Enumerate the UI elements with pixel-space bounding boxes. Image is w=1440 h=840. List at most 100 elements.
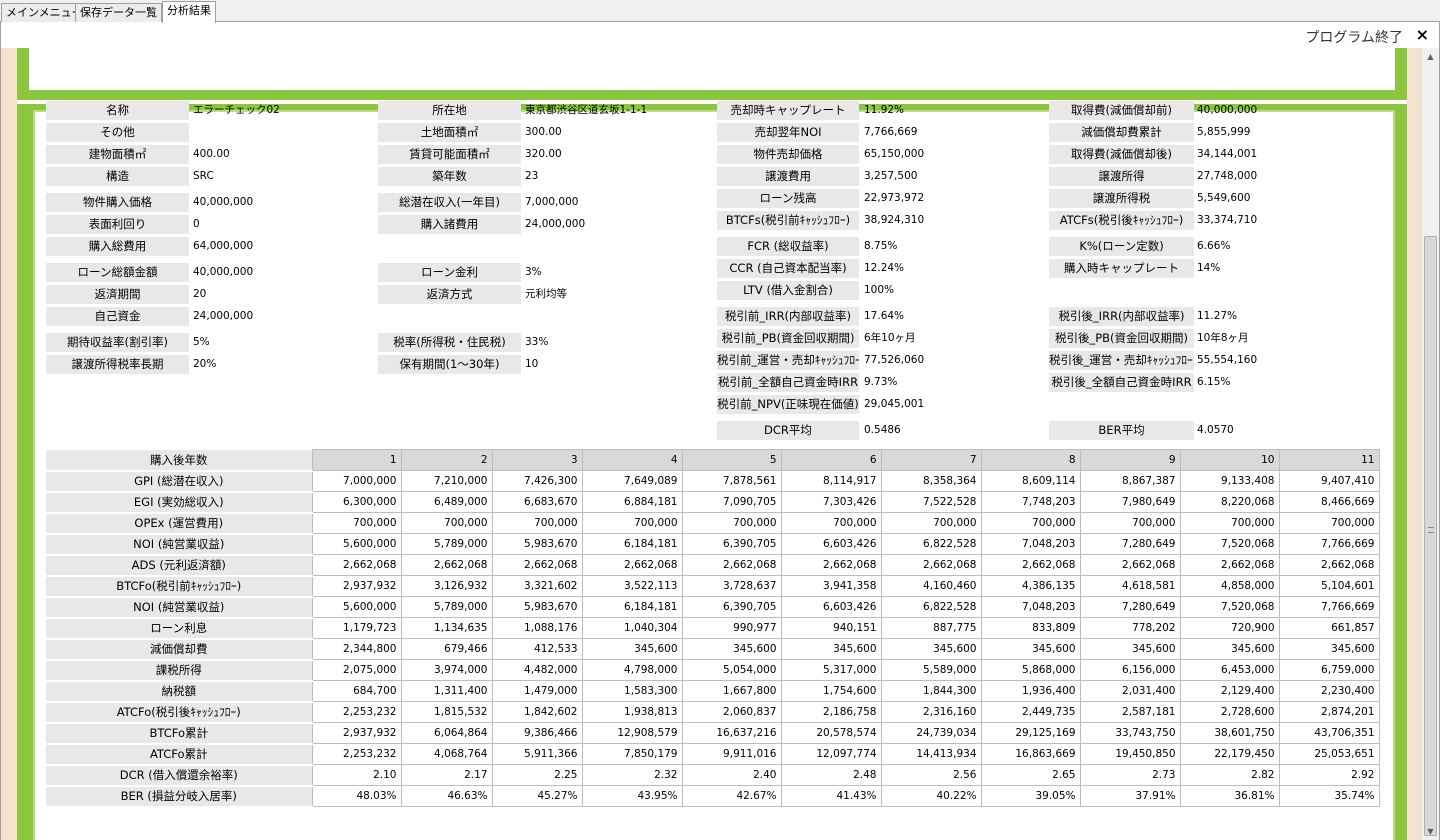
table-cell: 700,000 bbox=[1179, 512, 1280, 534]
year-header-cell: 4 bbox=[581, 449, 683, 471]
summary-label: 期待収益率(割引率) bbox=[46, 333, 189, 352]
table-cell: 661,857 bbox=[1278, 617, 1380, 639]
summary-label: LTV (借入金割合) bbox=[717, 281, 859, 300]
table-cell: 6,453,000 bbox=[1179, 659, 1280, 681]
table-cell: 8,220,068 bbox=[1179, 491, 1280, 513]
table-cell: 45.27% bbox=[491, 785, 583, 807]
table-cell: 2.25 bbox=[491, 764, 583, 786]
table-cell: 1,088,176 bbox=[491, 617, 583, 639]
vertical-scrollbar[interactable]: ▲ ▼ bbox=[1421, 48, 1439, 840]
results-content: 名称 エラーチェック02 その他 建物面積㎡ 400.00 構造 SRC 物件購入価格 40,0… bbox=[1, 0, 1421, 840]
summary-value: 33% bbox=[525, 336, 549, 348]
table-cell: 700,000 bbox=[311, 512, 402, 534]
year-header-cell: 1 bbox=[311, 449, 402, 471]
summary-label: 物件購入価格 bbox=[46, 193, 189, 212]
summary-label: 所在地 bbox=[378, 101, 521, 120]
table-cell: 2,253,232 bbox=[311, 743, 402, 765]
table-cell: 7,426,300 bbox=[491, 470, 583, 492]
summary-label: ローン総額金額 bbox=[46, 263, 189, 282]
summary-value: 5,549,600 bbox=[1197, 192, 1251, 204]
table-row: NOI (純営業収益) 5,600,000 5,789,000 5,983,670 6,… bbox=[46, 533, 1380, 556]
table-cell: 4,068,764 bbox=[400, 743, 493, 765]
scroll-up-icon[interactable]: ▲ bbox=[1422, 48, 1439, 65]
table-row: NOI (純営業収益) 5,600,000 5,789,000 5,983,670 6,… bbox=[46, 596, 1380, 619]
summary-value: 5% bbox=[193, 336, 210, 348]
table-cell: 345,600 bbox=[880, 638, 982, 660]
row-label: ローン利息 bbox=[46, 617, 312, 640]
table-cell: 1,040,304 bbox=[581, 617, 683, 639]
scroll-down-icon[interactable]: ▼ bbox=[1422, 823, 1439, 840]
table-cell: 2,075,000 bbox=[311, 659, 402, 681]
summary-label: 返済期間 bbox=[46, 285, 189, 304]
summary-label: 売却翌年NOI bbox=[717, 123, 859, 142]
table-cell: 700,000 bbox=[581, 512, 683, 534]
table-cell: 2.17 bbox=[400, 764, 493, 786]
table-cell: 4,798,000 bbox=[581, 659, 683, 681]
table-cell: 12,097,774 bbox=[780, 743, 882, 765]
table-cell: 679,466 bbox=[400, 638, 493, 660]
table-cell: 2,060,837 bbox=[681, 701, 782, 723]
table-cell: 43,706,351 bbox=[1278, 722, 1380, 744]
tab-analysis-results[interactable]: 分析結果 bbox=[162, 1, 216, 23]
table-cell: 2,253,232 bbox=[311, 701, 402, 723]
summary-label: 購入時キャップレート bbox=[1049, 259, 1194, 278]
table-cell: 7,280,649 bbox=[1079, 596, 1181, 618]
table-cell: 778,202 bbox=[1079, 617, 1181, 639]
table-cell: 5,600,000 bbox=[311, 596, 402, 618]
summary-label: 税引後_PB(資金回収期間) bbox=[1049, 329, 1194, 348]
summary-value: 17.64% bbox=[864, 310, 905, 322]
summary-label: 購入諸費用 bbox=[378, 215, 521, 234]
year-header-cell: 9 bbox=[1079, 449, 1181, 471]
table-cell: 9,911,016 bbox=[681, 743, 782, 765]
summary-label: 税引前_運営・売却ｷｬｯｼｭﾌﾛｰ累計 bbox=[717, 351, 859, 370]
summary-label: 税引前_IRR(内部収益率) bbox=[717, 307, 859, 326]
table-cell: 2,449,735 bbox=[980, 701, 1081, 723]
year-header-row: 購入後年数 1 2 3 4 5 6 7 8 9 10 11 bbox=[46, 449, 1380, 472]
table-cell: 4,160,460 bbox=[880, 575, 982, 597]
summary-value: 8.75% bbox=[864, 240, 898, 252]
table-cell: 1,583,300 bbox=[581, 680, 683, 702]
summary-label: 賃貸可能面積㎡ bbox=[378, 145, 521, 164]
table-cell: 7,748,203 bbox=[980, 491, 1081, 513]
table-cell: 700,000 bbox=[1278, 512, 1380, 534]
summary-value: 10 bbox=[525, 358, 539, 370]
summary-value: 0.5486 bbox=[864, 424, 901, 436]
table-cell: 700,000 bbox=[780, 512, 882, 534]
row-label: NOI (純営業収益) bbox=[46, 533, 312, 556]
summary-value: 14% bbox=[1197, 262, 1221, 274]
table-cell: 7,766,669 bbox=[1278, 533, 1380, 555]
table-cell: 2,662,068 bbox=[880, 554, 982, 576]
summary-value: 29,045,001 bbox=[864, 398, 925, 410]
year-header-cell: 10 bbox=[1179, 449, 1280, 471]
summary-value: 77,526,060 bbox=[864, 354, 925, 366]
summary-value: 55,554,160 bbox=[1197, 354, 1258, 366]
table-cell: 1,936,400 bbox=[980, 680, 1081, 702]
summary-label: 自己資金 bbox=[46, 307, 189, 326]
table-cell: 2,344,800 bbox=[311, 638, 402, 660]
summary-label: 保有期間(1〜30年) bbox=[378, 355, 521, 374]
table-cell: 7,522,528 bbox=[880, 491, 982, 513]
table-cell: 6,603,426 bbox=[780, 596, 882, 618]
table-cell: 12,908,579 bbox=[581, 722, 683, 744]
table-cell: 2,662,068 bbox=[1278, 554, 1380, 576]
scroll-thumb[interactable] bbox=[1424, 236, 1437, 836]
table-cell: 700,000 bbox=[880, 512, 982, 534]
summary-label: 建物面積㎡ bbox=[46, 145, 189, 164]
table-cell: 2,587,181 bbox=[1079, 701, 1181, 723]
table-cell: 2,937,932 bbox=[311, 722, 402, 744]
table-cell: 412,533 bbox=[491, 638, 583, 660]
table-cell: 833,809 bbox=[980, 617, 1081, 639]
row-label: EGI (実効総収入) bbox=[46, 491, 312, 514]
row-label: 課税所得 bbox=[46, 659, 312, 682]
grip-icon bbox=[1428, 527, 1434, 533]
table-cell: 6,822,528 bbox=[880, 596, 982, 618]
table-row: 減価償却費 2,344,800 679,466 412,533 345,600 345,6… bbox=[46, 638, 1380, 661]
table-row: EGI (実効総収入) 6,300,000 6,489,000 6,683,670 6,… bbox=[46, 491, 1380, 514]
summary-label: FCR (総収益率) bbox=[717, 237, 859, 256]
table-cell: 6,759,000 bbox=[1278, 659, 1380, 681]
summary-value: 100% bbox=[864, 284, 895, 296]
table-cell: 41.43% bbox=[780, 785, 882, 807]
table-cell: 990,977 bbox=[681, 617, 782, 639]
table-cell: 345,600 bbox=[1179, 638, 1280, 660]
table-cell: 38,601,750 bbox=[1179, 722, 1280, 744]
